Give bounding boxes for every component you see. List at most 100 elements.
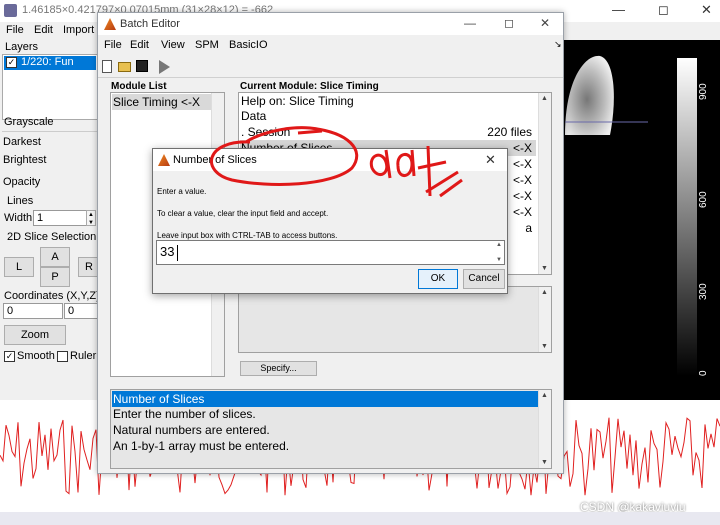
input-scroll-up-icon[interactable]: ▲	[496, 242, 502, 248]
slice-anterior-button[interactable]: A	[40, 247, 70, 267]
scroll-up-icon[interactable]: ▲	[541, 95, 548, 102]
divider	[2, 131, 98, 132]
dialog-close-icon[interactable]: ✕	[485, 152, 496, 168]
dialog-instruction-1: Enter a value.	[157, 187, 207, 196]
mricrogl-minimize-icon[interactable]: —	[612, 2, 625, 17]
zoom-button[interactable]: Zoom	[4, 325, 66, 345]
dialog-instruction-2: To clear a value, clear the input field …	[157, 209, 329, 218]
batch-maximize-icon[interactable]: ◻	[504, 16, 514, 30]
image-viewport[interactable]: 900 600 300 0	[555, 40, 720, 400]
mgl-menu-edit[interactable]: Edit	[34, 24, 53, 36]
module-tree-scrollbar[interactable]: ▲ ▼	[538, 93, 551, 274]
app-icon	[4, 4, 17, 17]
row-label: Help on: Slice Timing	[241, 94, 354, 108]
colorbar-tick-900: 900	[698, 83, 709, 100]
toolbar-divider	[98, 77, 563, 78]
brightest-label: Brightest	[3, 154, 47, 166]
ruler-checkbox[interactable]	[57, 351, 68, 362]
scroll-up-icon[interactable]: ▲	[541, 289, 548, 296]
batch-menu-edit[interactable]: Edit	[130, 39, 149, 51]
input-scroll-down-icon[interactable]: ▼	[496, 257, 502, 263]
run-icon[interactable]	[159, 60, 170, 74]
value-preview-panel: ▲ ▼	[238, 286, 552, 353]
mricrogl-control-panel: Layers ✓ 1/220: Fun Grayscale Darkest Br…	[0, 40, 100, 400]
help-title: Number of Slices	[113, 392, 205, 406]
opacity-label: Opacity	[3, 176, 41, 188]
mricrogl-maximize-icon[interactable]: ◻	[658, 2, 669, 18]
slice-posterior-button[interactable]: P	[40, 267, 70, 287]
module-row[interactable]: Help on: Slice Timing	[240, 93, 536, 109]
row-value: a	[525, 221, 532, 235]
colorbar-tick-300: 300	[698, 283, 709, 300]
new-file-icon[interactable]	[102, 60, 112, 73]
help-line: Enter the number of slices.	[113, 407, 256, 421]
slices-value-input[interactable]: 33 ▲ ▼	[156, 240, 505, 265]
row-label: . Session	[241, 125, 291, 139]
module-item-slice-timing[interactable]: Slice Timing <-X	[112, 94, 212, 110]
preview-scrollbar[interactable]: ▲ ▼	[538, 287, 551, 352]
help-line: Natural numbers are entered.	[113, 423, 270, 437]
module-item-label: Slice Timing <-X	[113, 95, 201, 109]
mgl-menu-import[interactable]: Import	[63, 24, 94, 36]
batch-titlebar: Batch Editor — ◻ ✕	[98, 13, 563, 35]
open-folder-icon[interactable]	[118, 62, 131, 72]
width-input[interactable]: 1	[33, 210, 87, 226]
colormap-label[interactable]: Grayscale	[4, 116, 54, 128]
module-row[interactable]: . Session 220 files	[240, 124, 536, 140]
module-row[interactable]: Data	[240, 108, 536, 124]
layer-label: 1/220: Fun	[21, 56, 74, 68]
cancel-button[interactable]: Cancel	[463, 269, 505, 289]
help-scrollbar[interactable]: ▲ ▼	[538, 390, 551, 468]
row-value: 220 files	[487, 125, 532, 139]
mricrogl-close-icon[interactable]: ✕	[701, 2, 712, 18]
scroll-up-icon[interactable]: ▲	[541, 392, 548, 399]
mgl-menu-file[interactable]: File	[6, 24, 24, 36]
lines-label: Lines	[7, 195, 34, 207]
batch-close-icon[interactable]: ✕	[540, 16, 550, 30]
scroll-down-icon[interactable]: ▼	[541, 265, 548, 272]
text-cursor	[177, 245, 178, 261]
coord-y-input[interactable]: 0	[64, 303, 100, 319]
row-value: <-X	[512, 189, 532, 203]
current-module-label: Current Module: Slice Timing	[240, 81, 379, 92]
batch-minimize-icon[interactable]: —	[464, 16, 476, 30]
layers-label: Layers	[5, 41, 39, 53]
help-panel: Number of Slices Enter the number of sli…	[110, 389, 552, 469]
menu-dock-icon[interactable]: ↘	[554, 39, 562, 50]
dialog-title: Number of Slices	[173, 154, 257, 166]
smooth-checkbox[interactable]: ✓	[4, 351, 15, 362]
save-icon[interactable]	[136, 60, 148, 72]
colorbar-tick-0: 0	[698, 370, 709, 376]
mricrogl-menubar: File Edit Import	[0, 22, 100, 40]
batch-title: Batch Editor	[120, 18, 180, 30]
darkest-label: Darkest	[3, 136, 41, 148]
number-of-slices-dialog: Number of Slices ✕ Enter a value. To cle…	[152, 148, 508, 294]
layer-item[interactable]: ✓ 1/220: Fun	[4, 56, 96, 70]
specify-button[interactable]: Specify...	[240, 361, 317, 376]
colorbar	[677, 58, 697, 376]
row-value: <-X	[512, 157, 532, 171]
scroll-down-icon[interactable]: ▼	[541, 343, 548, 350]
coordinates-label: Coordinates (X,Y,Z)	[4, 290, 100, 302]
dialog-instruction-3: Leave input box with CTRL-TAB to access …	[157, 231, 338, 240]
row-value: <-X	[512, 141, 532, 155]
layer-checkbox[interactable]: ✓	[6, 57, 17, 68]
row-label: Data	[241, 109, 267, 123]
slice-selection-label: 2D Slice Selection	[7, 231, 97, 243]
layers-list[interactable]: ✓ 1/220: Fun	[2, 54, 98, 120]
row-value: <-X	[512, 205, 532, 219]
scroll-down-icon[interactable]: ▼	[541, 459, 548, 466]
batch-menu-spm[interactable]: SPM	[195, 39, 219, 51]
brain-slice-image	[565, 55, 697, 376]
taskbar	[0, 512, 720, 525]
batch-menu-file[interactable]: File	[104, 39, 122, 51]
ok-button[interactable]: OK	[418, 269, 458, 289]
colorbar-tick-600: 600	[698, 191, 709, 208]
coord-x-input[interactable]: 0	[3, 303, 63, 319]
batch-menubar: File Edit View SPM BasicIO ↘	[98, 37, 563, 55]
width-label: Width	[4, 212, 33, 224]
batch-menu-view[interactable]: View	[161, 39, 185, 51]
slice-left-button[interactable]: L	[4, 257, 34, 277]
batch-menu-basicio[interactable]: BasicIO	[229, 39, 268, 51]
width-stepper-icon[interactable]: ▲ ▼	[86, 210, 96, 226]
